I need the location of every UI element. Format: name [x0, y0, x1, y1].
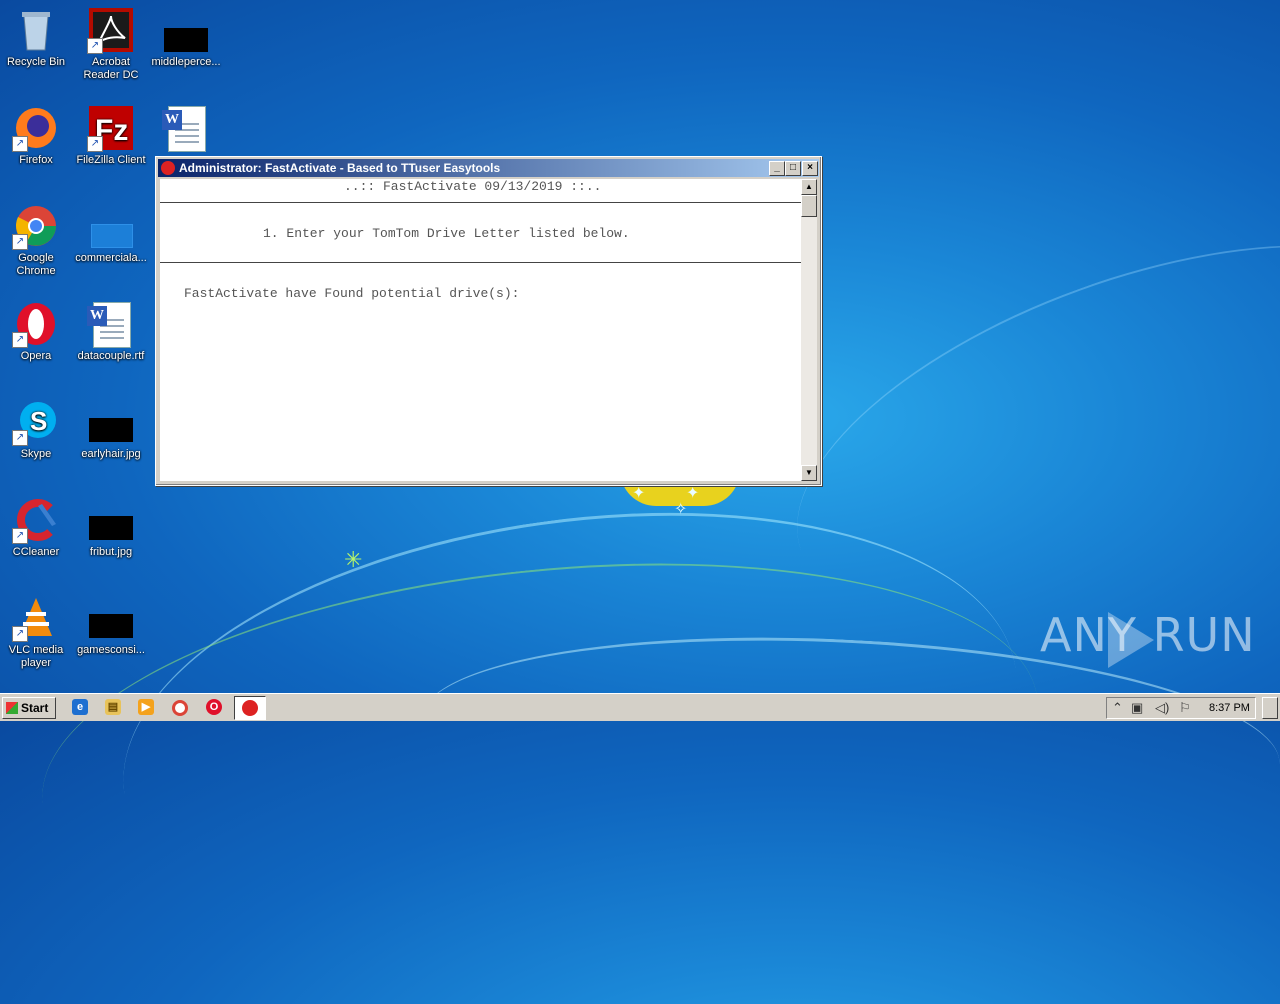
opera-icon[interactable]: O — [206, 699, 222, 715]
desktop-icon-chrome[interactable]: ↗ Google Chrome — [0, 202, 74, 278]
shortcut-arrow-icon: ↗ — [87, 38, 103, 54]
taskbar: Start e ▤ ▶ O ⌃ ▣ ◁) ⚐ 8:37 PM — [0, 693, 1280, 721]
shortcut-arrow-icon: ↗ — [12, 234, 28, 250]
skype-icon: S ↗ — [12, 398, 60, 446]
flag-icon[interactable]: ⚐ — [1179, 700, 1191, 716]
icon-label: Acrobat Reader DC — [83, 56, 139, 81]
scroll-down-button[interactable]: ▼ — [801, 465, 817, 481]
desktop-icon-commerciala[interactable]: commerciala... — [73, 202, 149, 265]
image-file-icon — [87, 496, 135, 544]
scroll-thumb[interactable] — [801, 195, 817, 217]
icon-label: fribut.jpg — [89, 546, 133, 558]
fastactivate-icon — [242, 700, 258, 716]
shortcut-arrow-icon: ↗ — [12, 136, 28, 152]
divider — [160, 202, 801, 203]
maximize-button[interactable]: □ — [785, 161, 801, 176]
sparkle-icon: ✧ — [674, 501, 688, 518]
file-icon — [162, 6, 210, 54]
icon-label: Firefox — [19, 154, 53, 166]
system-tray: ⌃ ▣ ◁) ⚐ 8:37 PM — [1106, 697, 1256, 719]
close-button[interactable]: × — [802, 161, 818, 176]
acrobat-icon: ↗ — [87, 6, 135, 54]
icon-label: datacouple.rtf — [77, 350, 145, 362]
taskbar-item-fastactivate[interactable] — [234, 696, 266, 720]
firefox-icon: ↗ — [12, 104, 60, 152]
show-desktop-button[interactable] — [1262, 697, 1278, 719]
icon-label: VLC media player — [8, 644, 64, 669]
minimize-button[interactable]: _ — [769, 161, 785, 176]
start-button[interactable]: Start — [2, 697, 56, 719]
network-icon[interactable]: ▣ — [1131, 700, 1143, 716]
explorer-icon[interactable]: ▤ — [105, 699, 121, 715]
sparkle-icon: ✳ — [344, 547, 363, 572]
desktop-icon-opera[interactable]: ↗ Opera — [0, 300, 74, 363]
desktop-icon-middleperce[interactable]: middleperce... — [148, 6, 224, 69]
desktop-icon-datacouple[interactable]: W datacouple.rtf — [73, 300, 149, 363]
desktop-icon-earlyhair[interactable]: earlyhair.jpg — [73, 398, 149, 461]
opera-icon: ↗ — [12, 300, 60, 348]
divider — [160, 262, 801, 263]
icon-label: middleperce... — [151, 56, 221, 68]
icon-label: Recycle Bin — [6, 56, 66, 68]
sparkle-icon: ✦ — [632, 485, 646, 502]
volume-icon[interactable]: ◁) — [1155, 700, 1169, 716]
console-step-text: 1. Enter your TomTom Drive Letter listed… — [263, 226, 630, 241]
icon-label: Skype — [20, 448, 52, 460]
desktop-icon-vlc[interactable]: ↗ VLC media player — [0, 594, 74, 670]
vertical-scrollbar[interactable]: ▲ ▼ — [801, 179, 817, 481]
word-doc-icon: W — [87, 300, 135, 348]
icon-label: gamesconsi... — [77, 644, 145, 656]
desktop-icon-filezilla[interactable]: Fz ↗ FileZilla Client — [73, 104, 149, 167]
shortcut-arrow-icon: ↗ — [12, 626, 28, 642]
fastactivate-window[interactable]: Administrator: FastActivate - Based to T… — [155, 156, 822, 486]
internet-explorer-icon[interactable]: e — [72, 699, 88, 715]
shortcut-arrow-icon: ↗ — [12, 430, 28, 446]
desktop-icon-ccleaner[interactable]: ↗ CCleaner — [0, 496, 74, 559]
media-player-icon[interactable]: ▶ — [138, 699, 154, 715]
recycle-bin-icon — [12, 6, 60, 54]
window-titlebar[interactable]: Administrator: FastActivate - Based to T… — [158, 159, 819, 177]
ccleaner-icon: ↗ — [12, 496, 60, 544]
watermark: ANY RUN — [1040, 608, 1256, 662]
chevron-up-icon[interactable]: ⌃ — [1112, 700, 1123, 716]
console-output[interactable]: ..:: FastActivate 09/13/2019 ::.. 1. Ent… — [160, 179, 801, 481]
icon-label: FileZilla Client — [76, 154, 146, 166]
fastactivate-icon — [161, 161, 175, 175]
clock[interactable]: 8:37 PM — [1209, 701, 1250, 715]
wallpaper-streak — [23, 518, 1057, 984]
icon-label: earlyhair.jpg — [81, 448, 141, 460]
desktop-icon-recycle-bin[interactable]: Recycle Bin — [0, 6, 74, 69]
desktop-icon-firefox[interactable]: ↗ Firefox — [0, 104, 74, 167]
file-icon — [87, 594, 135, 642]
shortcut-arrow-icon: ↗ — [12, 332, 28, 348]
scroll-up-button[interactable]: ▲ — [801, 179, 817, 195]
windows-logo-icon — [6, 702, 18, 714]
image-file-icon — [87, 398, 135, 446]
chrome-icon: ↗ — [12, 202, 60, 250]
start-label: Start — [21, 701, 49, 715]
filezilla-icon: Fz ↗ — [87, 104, 135, 152]
desktop-icon-gamesconsi[interactable]: gamesconsi... — [73, 594, 149, 657]
console-found-text: FastActivate have Found potential drive(… — [184, 286, 520, 301]
desktop-icon-fribut[interactable]: fribut.jpg — [73, 496, 149, 559]
svg-text:S: S — [30, 406, 47, 436]
shortcut-arrow-icon: ↗ — [12, 528, 28, 544]
wallpaper-streak — [94, 459, 1046, 1004]
desktop-icon-acrobat[interactable]: ↗ Acrobat Reader DC — [73, 6, 149, 82]
icon-label: Google Chrome — [16, 252, 56, 277]
icon-label: commerciala... — [75, 252, 147, 264]
shortcut-arrow-icon: ↗ — [87, 136, 103, 152]
chrome-icon[interactable] — [172, 700, 188, 716]
desktop-icon-skype[interactable]: S ↗ Skype — [0, 398, 74, 461]
desktop-icon-word-doc[interactable]: W — [148, 104, 224, 154]
vlc-icon: ↗ — [12, 594, 60, 642]
icon-label: CCleaner — [12, 546, 60, 558]
icon-label: Opera — [20, 350, 52, 362]
console-header: ..:: FastActivate 09/13/2019 ::.. — [344, 179, 602, 194]
window-title: Administrator: FastActivate - Based to T… — [179, 161, 501, 175]
file-icon — [87, 202, 135, 250]
sparkle-icon: ✦ — [686, 485, 700, 502]
word-doc-icon: W — [162, 104, 210, 152]
